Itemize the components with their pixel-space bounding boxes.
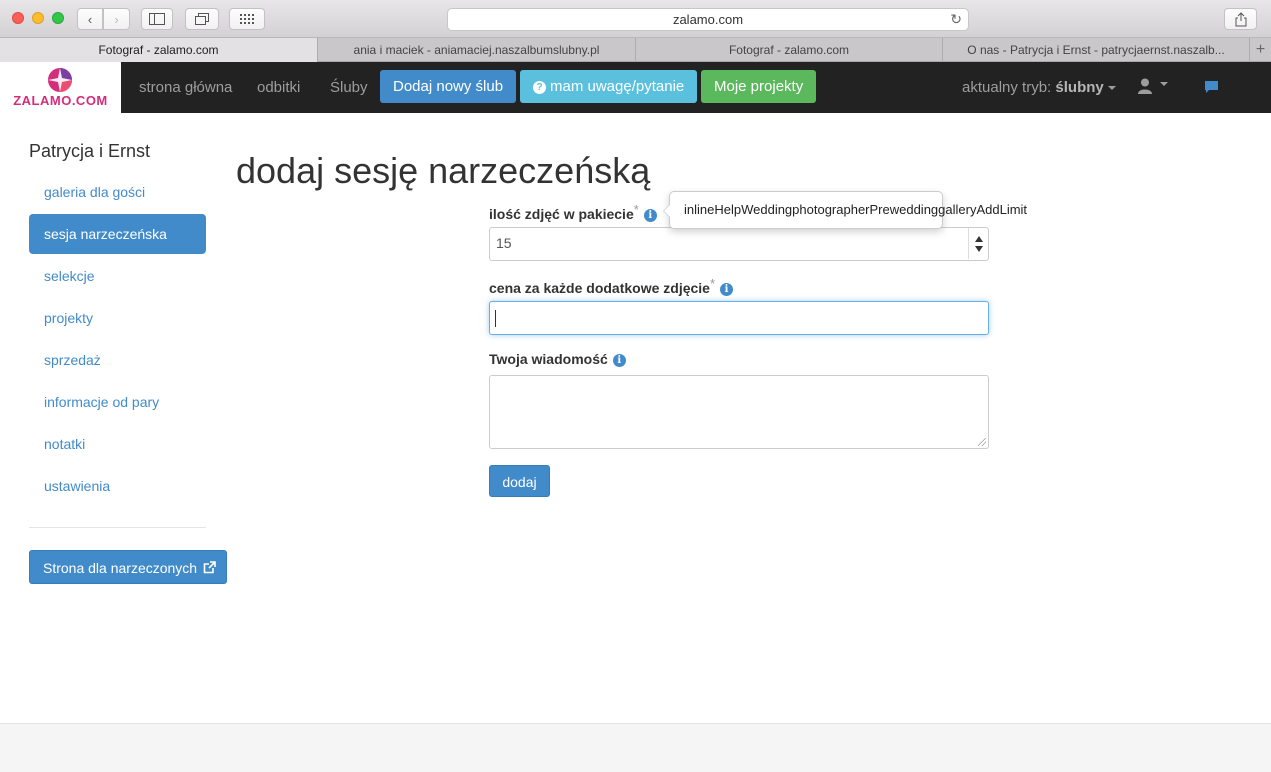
message-label: Twoja wiadomość i	[489, 351, 626, 367]
mode-value: ślubny	[1055, 79, 1104, 96]
my-projects-button[interactable]: Moje projekty	[701, 70, 817, 103]
nav-home-link[interactable]: strona główna	[139, 62, 232, 113]
message-label-text: Twoja wiadomość	[489, 351, 608, 367]
couple-page-label: Strona dla narzeczonych	[43, 560, 198, 576]
message-textarea[interactable]	[489, 375, 989, 449]
top-sites-button[interactable]	[229, 8, 265, 30]
caret-down-icon	[1107, 86, 1116, 91]
info-icon[interactable]: i	[643, 209, 657, 222]
logo-text: ZALAMO.COM	[13, 93, 108, 108]
question-icon: ?	[533, 81, 546, 94]
forward-button[interactable]: ›	[103, 8, 130, 30]
text-cursor	[495, 310, 496, 327]
close-window-button[interactable]	[12, 12, 24, 24]
sidebar-item-engagement-session[interactable]: sesja narzeczeńska	[29, 214, 206, 254]
couple-name: Patrycja i Ernst	[29, 141, 151, 161]
sidebar-icon	[149, 13, 165, 25]
sidebar-item-settings[interactable]: ustawienia	[29, 466, 206, 506]
sidebar-item-couple-info[interactable]: informacje od pary	[29, 382, 206, 422]
zalamo-logo[interactable]: ZALAMO.COM	[0, 62, 121, 113]
share-icon	[1235, 11, 1246, 26]
url-text: zalamo.com	[672, 12, 744, 27]
chevron-right-icon: ›	[114, 11, 119, 27]
sidebar-item-selections[interactable]: selekcje	[29, 256, 206, 296]
sidebar-item-notes[interactable]: notatki	[29, 424, 206, 464]
mode-label: aktualny tryb:	[962, 79, 1052, 96]
browser-tab[interactable]: O nas - Patrycja i Ernst - patrycjaernst…	[943, 38, 1250, 62]
app-navbar: ZALAMO.COM strona główna odbitki Śluby D…	[0, 62, 1271, 113]
add-submit-button[interactable]: dodaj	[489, 465, 550, 497]
add-wedding-button[interactable]: Dodaj nowy ślub	[380, 70, 517, 103]
browser-tab[interactable]: ania i maciek - aniamaciej.naszalbumslub…	[318, 38, 636, 62]
messages-button[interactable]	[1204, 80, 1219, 99]
feedback-button[interactable]: ? mam uwagę/pytanie	[520, 70, 698, 103]
extra-price-label: cena za każde dodatkowe zdjęcie* i	[489, 276, 734, 296]
browser-tab[interactable]: Fotograf - zalamo.com	[636, 38, 943, 62]
grid-icon	[240, 14, 254, 24]
feedback-label: mam uwagę/pytanie	[550, 78, 685, 95]
external-link-icon	[203, 561, 216, 574]
page-title: dodaj sesję narzeczeńską	[236, 150, 651, 191]
mode-dropdown[interactable]: aktualny tryb: ślubny	[962, 62, 1116, 113]
browser-tab-bar: Fotograf - zalamo.com ania i maciek - an…	[0, 38, 1271, 62]
user-menu[interactable]	[1138, 78, 1169, 98]
info-icon[interactable]: i	[720, 283, 734, 296]
new-tab-button[interactable]: +	[1250, 38, 1271, 62]
nav-prints-link[interactable]: odbitki	[257, 62, 300, 113]
extra-price-input[interactable]	[489, 301, 989, 335]
sidebar-item-guest-gallery[interactable]: galeria dla gości	[29, 172, 206, 212]
photo-count-value: 15	[496, 235, 512, 251]
caret-down-icon	[1160, 82, 1169, 86]
photo-count-label-text: ilość zdjęć w pakiecie	[489, 206, 634, 222]
reload-icon[interactable]: ↻	[950, 9, 962, 30]
chat-icon	[1205, 81, 1218, 93]
tab-overview-icon	[195, 13, 209, 25]
tab-overview-button[interactable]	[185, 8, 219, 30]
page-footer	[0, 723, 1271, 772]
photo-count-stepper[interactable]: 15	[489, 227, 989, 261]
arrow-up-icon[interactable]	[975, 236, 983, 242]
minimize-window-button[interactable]	[32, 12, 44, 24]
arrow-down-icon[interactable]	[975, 246, 983, 252]
info-icon[interactable]: i	[612, 354, 626, 367]
resize-handle-icon[interactable]	[978, 438, 986, 446]
number-spinner[interactable]	[968, 228, 988, 259]
browser-titlebar: ‹ › zalamo.com ↻	[0, 0, 1271, 38]
user-icon	[1138, 78, 1152, 94]
sidebar-item-sales[interactable]: sprzedaż	[29, 340, 206, 380]
address-bar[interactable]: zalamo.com ↻	[447, 8, 969, 31]
sidebar-toggle-button[interactable]	[141, 8, 173, 30]
extra-price-label-text: cena za każde dodatkowe zdjęcie	[489, 280, 710, 296]
required-mark: *	[633, 202, 639, 217]
plus-icon: +	[1255, 41, 1266, 58]
chevron-left-icon: ‹	[87, 11, 93, 27]
back-button[interactable]: ‹	[77, 8, 103, 30]
sidebar-item-projects[interactable]: projekty	[29, 298, 206, 338]
sidebar-divider	[29, 527, 206, 528]
couple-page-button[interactable]: Strona dla narzeczonych	[29, 550, 227, 584]
nav-weddings-link[interactable]: Śluby	[330, 62, 368, 113]
required-mark: *	[709, 276, 716, 291]
zoom-window-button[interactable]	[52, 12, 64, 24]
inline-help-tooltip: inlineHelpWeddingphotographerPreweddingg…	[663, 191, 1027, 229]
photo-count-label: ilość zdjęć w pakiecie* i	[489, 202, 657, 222]
browser-tab[interactable]: Fotograf - zalamo.com	[0, 38, 318, 62]
logo-star-icon	[48, 68, 72, 92]
share-button[interactable]	[1224, 8, 1257, 30]
